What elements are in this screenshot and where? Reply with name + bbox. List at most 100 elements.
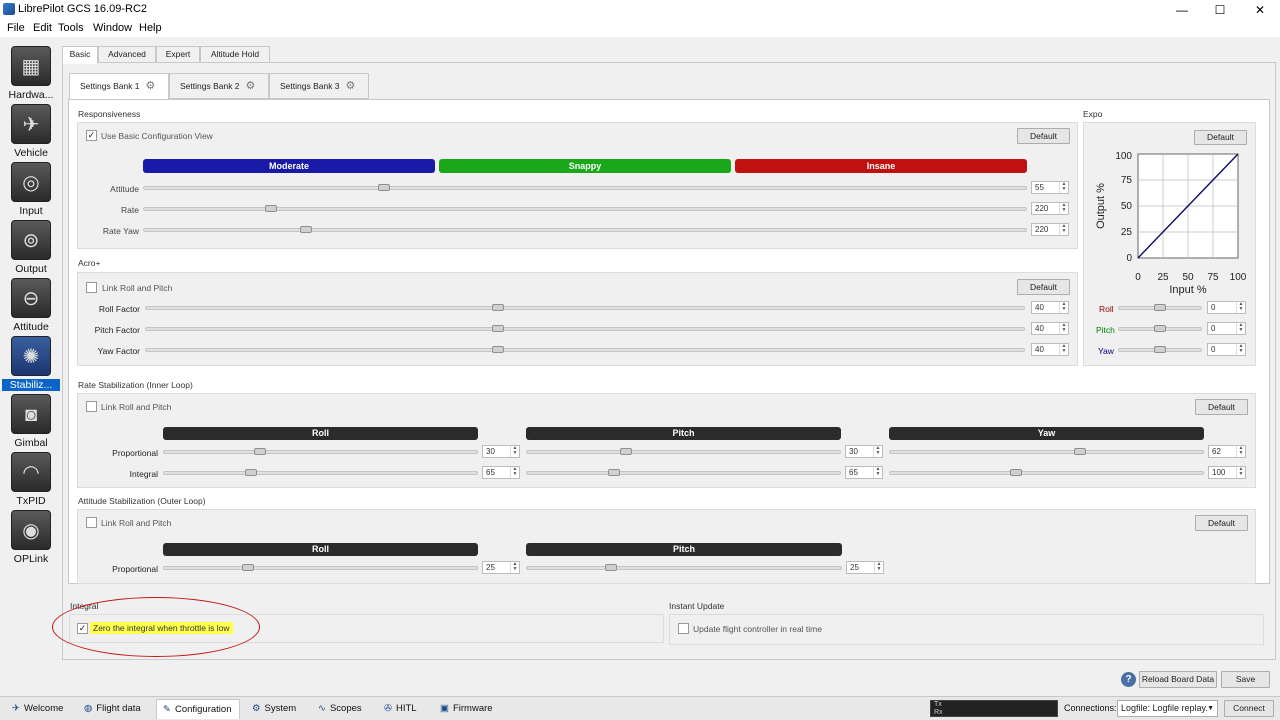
menu-edit[interactable]: Edit	[33, 22, 52, 34]
expo-pitch-slider-handle[interactable]	[1154, 325, 1166, 332]
sidebar-item-oplink[interactable]: ◉ OPLink	[6, 510, 56, 568]
att-pitch-proportional-slider[interactable]	[526, 566, 842, 570]
att-pitch-proportional-spinbox[interactable]: 25 ▲ ▼	[846, 561, 884, 574]
expo-yaw-spinbox[interactable]: 0 ▲ ▼	[1207, 343, 1246, 356]
bottom-tab-welcome[interactable]: ✈ Welcome	[6, 699, 74, 719]
rate-pitch-integral-spinbox[interactable]: 65 ▲ ▼	[845, 466, 883, 479]
sidebar-item-input[interactable]: ◎ Input	[6, 162, 56, 220]
sidebar-item-gimbal[interactable]: ◙ Gimbal	[6, 394, 56, 452]
spin-arrows-icon[interactable]: ▲ ▼	[873, 467, 882, 478]
maximize-button[interactable]: ☐	[1200, 0, 1240, 20]
rate-slider-handle[interactable]	[265, 205, 278, 212]
rate-pitch-proportional-handle[interactable]	[619, 448, 632, 455]
sidebar-item-hardware[interactable]: ▦ Hardwa...	[6, 46, 56, 104]
bottom-tab-configuration[interactable]: ✎ Configuration	[156, 699, 240, 719]
attitude-slider-handle[interactable]	[378, 184, 391, 191]
sidebar-item-stabilization[interactable]: ✺ Stabiliz...	[2, 336, 60, 394]
rate-roll-proportional-handle[interactable]	[253, 448, 266, 455]
rate-yaw-integral-spinbox[interactable]: 100 ▲ ▼	[1208, 466, 1246, 479]
yaw-factor-slider[interactable]	[145, 348, 1025, 352]
att-roll-proportional-spinbox[interactable]: 25 ▲ ▼	[482, 561, 520, 574]
spin-arrows-icon[interactable]: ▲ ▼	[1059, 203, 1068, 214]
connections-select[interactable]: Logfile: Logfile replay. ▼	[1117, 700, 1218, 717]
sidebar-item-output[interactable]: ⊚ Output	[6, 220, 56, 278]
rate-pitch-proportional-slider[interactable]	[526, 450, 841, 454]
rate-yaw-proportional-handle[interactable]	[1073, 448, 1086, 455]
acro-default-button[interactable]: Default	[1017, 279, 1070, 295]
spin-arrows-icon[interactable]: ▲ ▼	[873, 446, 882, 457]
roll-factor-spinbox[interactable]: 40 ▲ ▼	[1031, 301, 1069, 314]
expo-roll-slider-handle[interactable]	[1154, 304, 1166, 311]
pitch-factor-spinbox[interactable]: 40 ▲ ▼	[1031, 322, 1069, 335]
reload-board-data-button[interactable]: Reload Board Data	[1139, 671, 1217, 688]
rate-yaw-proportional-spinbox[interactable]: 62 ▲ ▼	[1208, 445, 1246, 458]
bottom-tab-scopes[interactable]: ∿ Scopes	[312, 699, 372, 719]
menu-tools[interactable]: Tools	[58, 22, 84, 34]
yaw-factor-slider-handle[interactable]	[492, 346, 505, 353]
pitch-factor-slider[interactable]	[145, 327, 1025, 331]
tab-altitude-hold[interactable]: Altitude Hold	[200, 46, 270, 63]
expo-default-button[interactable]: Default	[1194, 130, 1247, 145]
rate-pitch-integral-handle[interactable]	[607, 469, 620, 476]
attitude-spinbox[interactable]: 55 ▲ ▼	[1031, 181, 1069, 194]
bottom-tab-flight-data[interactable]: ◍ Flight data	[78, 699, 152, 719]
tab-settings-bank-2[interactable]: Settings Bank 2 ⚙	[169, 73, 269, 99]
att-roll-proportional-handle[interactable]	[241, 564, 254, 571]
bottom-tab-hitl[interactable]: ✇ HITL	[378, 699, 430, 719]
roll-factor-slider[interactable]	[145, 306, 1025, 310]
sidebar-item-txpid[interactable]: ◠ TxPID	[6, 452, 56, 510]
expo-yaw-slider-handle[interactable]	[1154, 346, 1166, 353]
minimize-button[interactable]: —	[1162, 0, 1202, 20]
help-icon[interactable]: ?	[1121, 672, 1136, 687]
sidebar-item-vehicle[interactable]: ✈ Vehicle	[6, 104, 56, 162]
menu-help[interactable]: Help	[139, 22, 162, 34]
attitude-slider[interactable]	[143, 186, 1027, 190]
spin-arrows-icon[interactable]: ▲ ▼	[1236, 446, 1245, 457]
rate-pitch-proportional-spinbox[interactable]: 30 ▲ ▼	[845, 445, 883, 458]
responsiveness-default-button[interactable]: Default	[1017, 128, 1070, 144]
att-roll-proportional-slider[interactable]	[163, 566, 478, 570]
spin-arrows-icon[interactable]: ▲ ▼	[1236, 302, 1245, 313]
rate-spinbox[interactable]: 220 ▲ ▼	[1031, 202, 1069, 215]
tab-settings-bank-3[interactable]: Settings Bank 3 ⚙	[269, 73, 369, 99]
rate-pitch-integral-slider[interactable]	[526, 471, 841, 475]
rate-yaw-spinbox[interactable]: 220 ▲ ▼	[1031, 223, 1069, 236]
rate-yaw-integral-handle[interactable]	[1010, 469, 1023, 476]
expo-roll-spinbox[interactable]: 0 ▲ ▼	[1207, 301, 1246, 314]
spin-arrows-icon[interactable]: ▲ ▼	[510, 467, 519, 478]
yaw-factor-spinbox[interactable]: 40 ▲ ▼	[1031, 343, 1069, 356]
bottom-tab-system[interactable]: ⚙ System	[246, 699, 306, 719]
menu-window[interactable]: Window	[93, 22, 132, 34]
spin-arrows-icon[interactable]: ▲ ▼	[510, 562, 519, 573]
tab-advanced[interactable]: Advanced	[98, 46, 156, 63]
rate-roll-integral-handle[interactable]	[244, 469, 257, 476]
spin-arrows-icon[interactable]: ▲ ▼	[1059, 224, 1068, 235]
bottom-tab-firmware[interactable]: ▣ Firmware	[434, 699, 502, 719]
menu-file[interactable]: File	[7, 22, 25, 34]
rate-stab-default-button[interactable]: Default	[1195, 399, 1248, 415]
att-stab-link-checkbox[interactable]	[86, 517, 97, 528]
pitch-factor-slider-handle[interactable]	[492, 325, 505, 332]
att-stab-default-button[interactable]: Default	[1195, 515, 1248, 531]
expo-pitch-spinbox[interactable]: 0 ▲ ▼	[1207, 322, 1246, 335]
spin-arrows-icon[interactable]: ▲ ▼	[1236, 323, 1245, 334]
rate-stab-link-checkbox[interactable]	[86, 401, 97, 412]
spin-arrows-icon[interactable]: ▲ ▼	[1236, 467, 1245, 478]
rate-yaw-slider-handle[interactable]	[299, 226, 312, 233]
spin-arrows-icon[interactable]: ▲ ▼	[1236, 344, 1245, 355]
spin-arrows-icon[interactable]: ▲ ▼	[1059, 344, 1068, 355]
basic-view-checkbox[interactable]: ✓	[86, 130, 97, 141]
connect-button[interactable]: Connect	[1224, 700, 1274, 717]
spin-arrows-icon[interactable]: ▲ ▼	[874, 562, 883, 573]
rate-roll-integral-slider[interactable]	[163, 471, 478, 475]
spin-arrows-icon[interactable]: ▲ ▼	[1059, 182, 1068, 193]
roll-factor-slider-handle[interactable]	[492, 304, 505, 311]
att-pitch-proportional-handle[interactable]	[605, 564, 618, 571]
tab-settings-bank-1[interactable]: Settings Bank 1 ⚙	[69, 73, 169, 100]
sidebar-item-attitude[interactable]: ⊖ Attitude	[6, 278, 56, 336]
save-button[interactable]: Save	[1221, 671, 1270, 688]
rate-yaw-slider[interactable]	[143, 228, 1027, 232]
tab-expert[interactable]: Expert	[156, 46, 200, 63]
close-button[interactable]: ✕	[1240, 0, 1280, 20]
rate-roll-proportional-slider[interactable]	[163, 450, 478, 454]
